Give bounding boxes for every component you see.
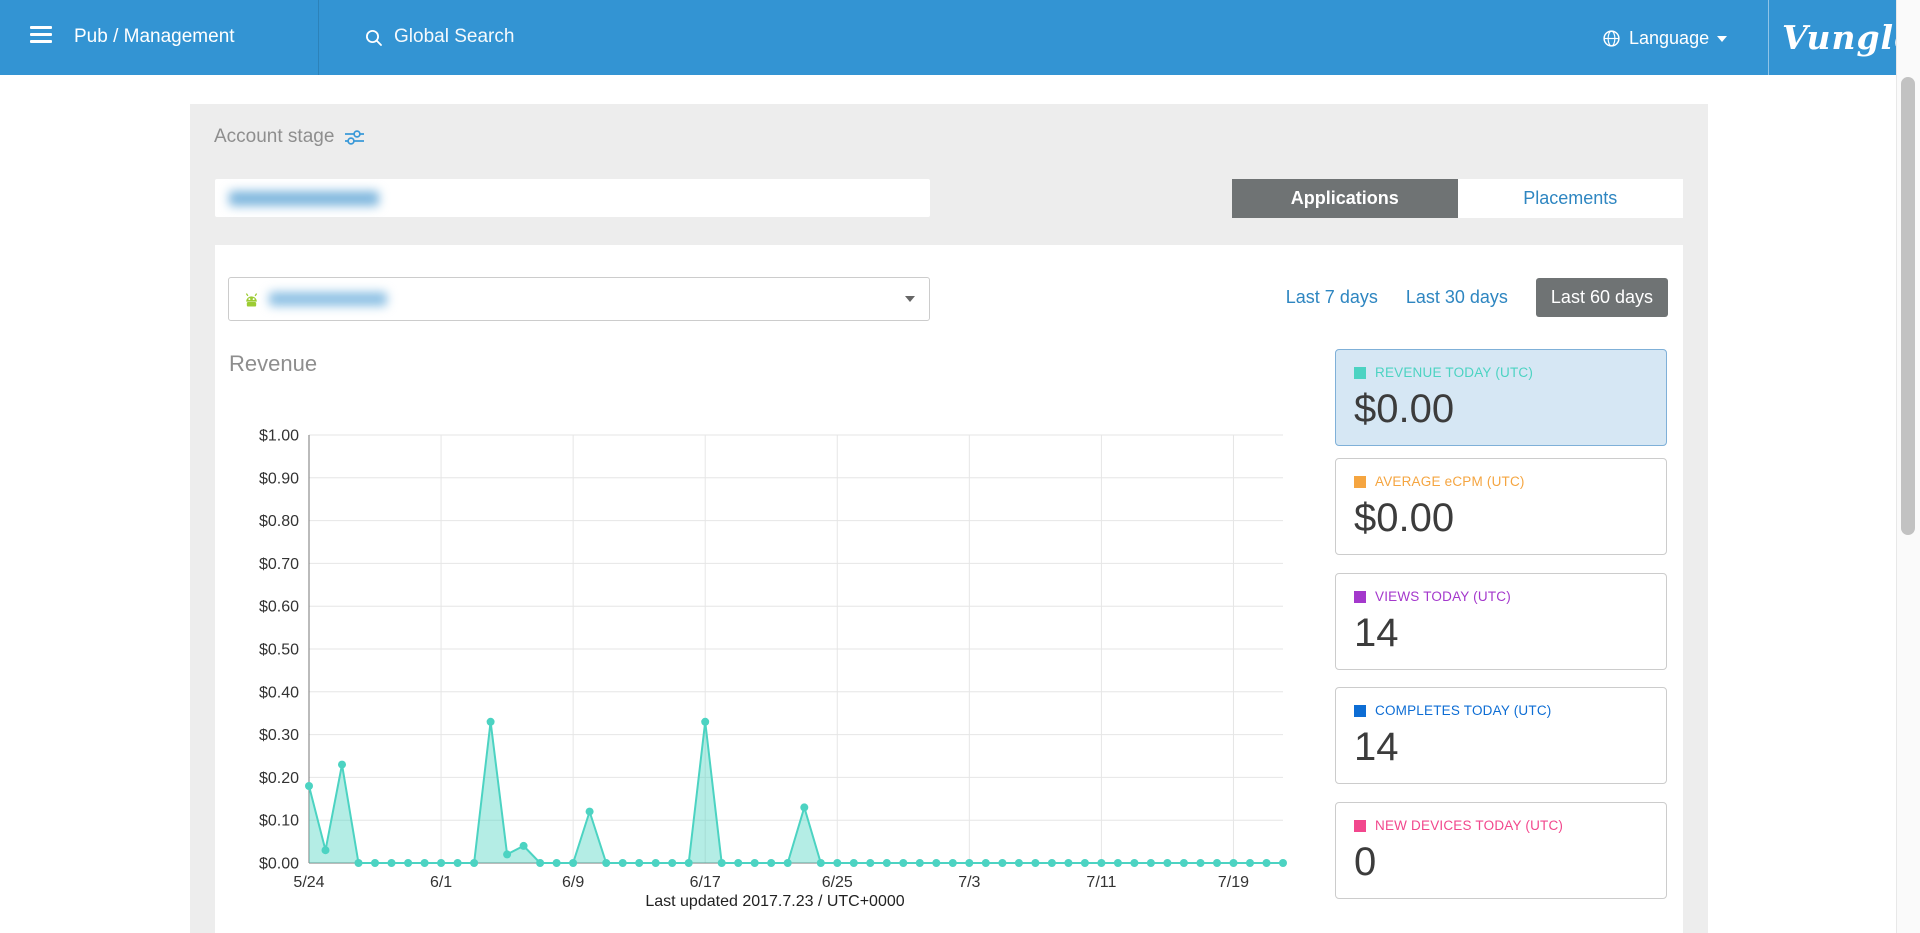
stat-card-completes-today[interactable]: COMPLETES TODAY (UTC) 14 [1335, 687, 1667, 784]
account-stage-label: Account stage [214, 126, 335, 147]
date-range-selector: Last 7 days Last 30 days Last 60 days [1286, 278, 1668, 317]
redacted-account-name [229, 190, 379, 206]
svg-text:6/25: 6/25 [822, 874, 853, 891]
svg-text:7/19: 7/19 [1218, 874, 1249, 891]
tab-placements[interactable]: Placements [1457, 179, 1683, 218]
svg-text:$0.00: $0.00 [259, 856, 299, 873]
account-selector-input[interactable] [215, 179, 930, 217]
view-tabs: Applications Placements [1232, 179, 1683, 218]
redacted-app-name [269, 292, 387, 306]
stat-value: 14 [1354, 611, 1399, 655]
svg-text:7/11: 7/11 [1086, 874, 1116, 891]
scrollbar-thumb[interactable] [1901, 77, 1915, 535]
page-title: Pub / Management [74, 26, 235, 47]
svg-text:6/17: 6/17 [690, 874, 721, 891]
range-last-60-days[interactable]: Last 60 days [1535, 278, 1668, 317]
svg-text:$0.10: $0.10 [259, 813, 299, 830]
svg-text:$0.70: $0.70 [259, 556, 299, 573]
stat-card-revenue-today[interactable]: REVENUE TODAY (UTC) $0.00 [1335, 349, 1667, 446]
svg-text:$0.50: $0.50 [259, 642, 299, 659]
svg-text:$0.60: $0.60 [259, 599, 299, 616]
stat-label: AVERAGE eCPM (UTC) [1375, 474, 1525, 489]
application-dropdown[interactable] [228, 277, 930, 321]
svg-text:7/3: 7/3 [958, 874, 980, 891]
svg-text:$0.20: $0.20 [259, 770, 299, 787]
stat-card-new-devices-today[interactable]: NEW DEVICES TODAY (UTC) 0 [1335, 802, 1667, 899]
stat-card-views-today[interactable]: VIEWS TODAY (UTC) 14 [1335, 573, 1667, 670]
stat-value: $0.00 [1354, 387, 1455, 431]
global-search-input[interactable] [394, 22, 714, 52]
tab-applications[interactable]: Applications [1232, 179, 1458, 218]
stat-label: NEW DEVICES TODAY (UTC) [1375, 818, 1564, 833]
svg-text:6/1: 6/1 [430, 874, 452, 891]
caret-down-icon [1717, 36, 1728, 42]
legend-square-ecpm [1354, 475, 1366, 488]
topbar-divider [318, 0, 319, 75]
dashboard-card: Last 7 days Last 30 days Last 60 days Re… [215, 245, 1683, 933]
android-icon [245, 292, 258, 307]
stat-value: $0.00 [1354, 496, 1455, 540]
account-stage-panel: Account stage Applications Placements La… [190, 104, 1708, 933]
language-menu[interactable]: Language [1602, 24, 1728, 52]
scrollbar-track[interactable] [1896, 0, 1920, 933]
search-icon [366, 30, 382, 46]
chart-title: Revenue [229, 351, 318, 376]
vungle-logo: Vungle [1782, 18, 1917, 57]
stat-card-average-ecpm[interactable]: AVERAGE eCPM (UTC) $0.00 [1335, 458, 1667, 555]
topbar: Pub / Management Language Vungle [0, 0, 1917, 75]
page: Pub / Management Language Vungle Account… [0, 0, 1920, 933]
svg-text:$0.90: $0.90 [259, 470, 299, 487]
legend-square-revenue [1354, 366, 1366, 379]
legend-square-completes [1354, 704, 1366, 717]
chevron-down-icon [905, 296, 915, 302]
range-last-30-days[interactable]: Last 30 days [1406, 287, 1508, 308]
range-last-7-days[interactable]: Last 7 days [1286, 287, 1378, 308]
stat-label: COMPLETES TODAY (UTC) [1375, 703, 1552, 718]
menu-icon[interactable] [30, 26, 54, 48]
legend-square-new-devices [1354, 819, 1366, 832]
language-label: Language [1629, 27, 1710, 48]
svg-text:$0.30: $0.30 [259, 727, 299, 744]
svg-text:5/24: 5/24 [293, 874, 324, 891]
svg-text:$0.40: $0.40 [259, 684, 299, 701]
svg-text:6/9: 6/9 [562, 874, 584, 891]
legend-square-views [1354, 590, 1366, 603]
topbar-divider-right [1768, 0, 1769, 75]
svg-text:$1.00: $1.00 [259, 428, 299, 445]
stat-label: REVENUE TODAY (UTC) [1375, 365, 1534, 380]
sliders-icon[interactable] [344, 129, 365, 146]
stat-value: 0 [1354, 840, 1377, 884]
last-updated-text: Last updated 2017.7.23 / UTC+0000 [645, 893, 905, 910]
globe-icon [1603, 29, 1620, 47]
stat-label: VIEWS TODAY (UTC) [1375, 589, 1511, 604]
svg-text:$0.80: $0.80 [259, 513, 299, 530]
revenue-chart: $0.00 $0.10 $0.20 $0.30 $0.40 $0.50 $0.60 $0.70… [259, 428, 1287, 891]
stat-value: 14 [1354, 725, 1399, 769]
account-stage-header: Account stage [214, 126, 365, 148]
